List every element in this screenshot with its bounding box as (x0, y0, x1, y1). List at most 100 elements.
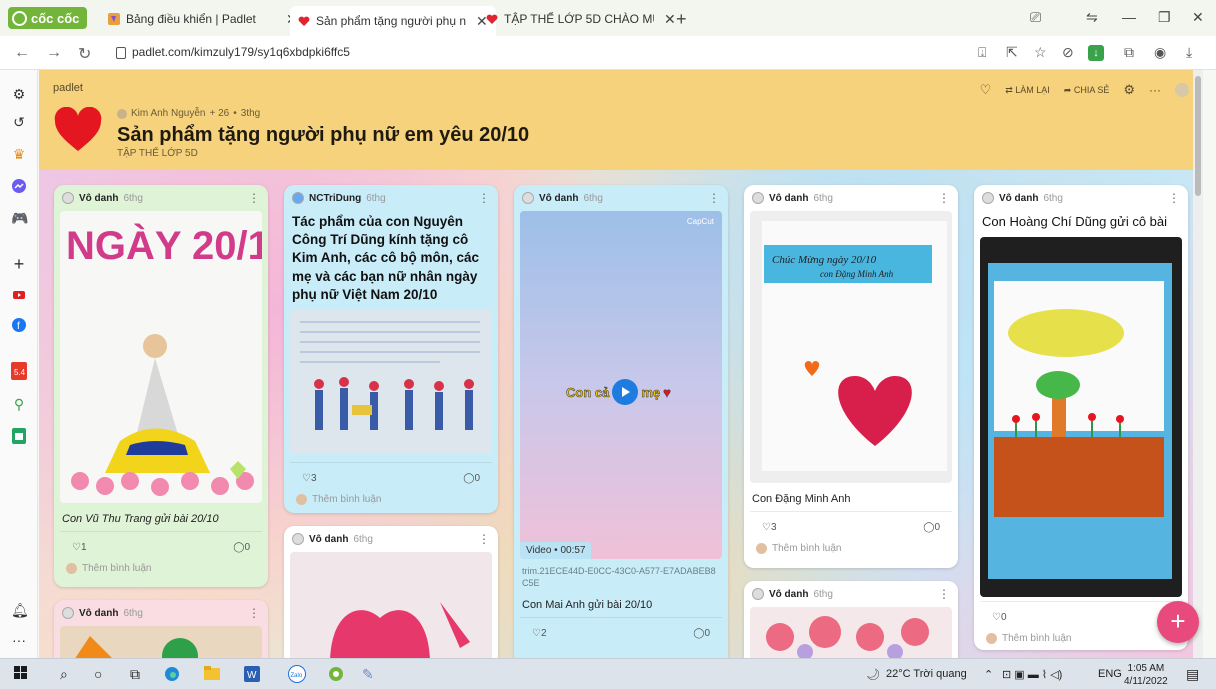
show-hidden-icons[interactable]: ⌃ (984, 668, 993, 681)
input-language[interactable]: ENG (1098, 668, 1122, 680)
paint-icon[interactable]: ✎ (362, 666, 374, 683)
cortana-icon[interactable]: ○ (94, 666, 102, 682)
post-card[interactable]: Vô danh 6thg ⋮ CapCut Con cả mẹ ♥ Video … (514, 185, 728, 658)
notification-bell-icon[interactable]: 🔔︎ (11, 602, 29, 618)
tab-padlet-dashboard[interactable]: Bảng điều khiển | Padlet ✕ (100, 6, 306, 32)
download-video-icon[interactable]: ↓ (1088, 45, 1104, 61)
facebook-icon[interactable]: f (11, 318, 27, 334)
new-tab-icon[interactable]: + (676, 9, 687, 30)
history-icon[interactable]: ↺ (11, 114, 27, 130)
post-image[interactable] (290, 552, 492, 658)
post-card[interactable]: Vô danh 6thg ⋮ NGÀY 20/10 Con Vũ Thu Tra… (54, 185, 268, 587)
add-comment[interactable]: Thêm bình luận (54, 557, 268, 582)
maximize-icon[interactable]: ❐ (1158, 9, 1171, 26)
post-image[interactable] (750, 607, 952, 658)
shield-icon[interactable]: ⊘ (1062, 44, 1074, 61)
post-menu-icon[interactable]: ⋮ (938, 587, 950, 601)
like-button[interactable]: ♡1 (72, 542, 87, 553)
post-menu-icon[interactable]: ⋮ (708, 191, 720, 205)
add-comment[interactable]: Thêm bình luận (744, 537, 958, 562)
coccoc-extension-icon[interactable]: ⚲ (11, 396, 27, 412)
word-icon[interactable]: W (244, 666, 260, 685)
post-menu-icon[interactable]: ⋮ (478, 532, 490, 546)
url-field[interactable]: padlet.com/kimzuly179/sy1q6xbdpki6ffc5 (116, 45, 350, 59)
play-button[interactable] (612, 379, 639, 405)
like-heart-icon[interactable]: ♡ (980, 82, 992, 98)
messenger-icon[interactable] (11, 178, 27, 194)
youtube-icon[interactable] (11, 288, 27, 304)
more-sidebar-icon[interactable]: ··· (11, 632, 27, 648)
sheets-icon[interactable] (11, 428, 27, 444)
system-clock[interactable]: 1:05 AM 4/11/2022 (1124, 662, 1168, 688)
add-comment[interactable]: Thêm bình luận (974, 627, 1188, 650)
share-button[interactable]: ➦ CHIA SẺ (1064, 85, 1110, 96)
account-icon[interactable]: ◉ (1154, 44, 1166, 61)
post-image[interactable] (980, 236, 1182, 597)
reload-icon[interactable]: ↻ (78, 44, 91, 64)
weather-icon[interactable]: 🌙︎ (866, 668, 880, 681)
share-icon[interactable]: ⇱ (1006, 44, 1018, 61)
coccoc-brand-button[interactable]: cốc cốc (8, 7, 88, 29)
post-card[interactable]: Vô danh 6thg ⋮ (744, 581, 958, 658)
crown-icon[interactable]: ♛ (11, 146, 27, 162)
comment-button[interactable]: ◯0 (923, 522, 940, 533)
like-button[interactable]: ♡2 (532, 628, 547, 639)
add-comment[interactable]: Thêm bình luận (284, 488, 498, 513)
user-avatar[interactable] (1175, 83, 1189, 97)
post-menu-icon[interactable]: ⋮ (938, 191, 950, 205)
back-icon[interactable]: ← (14, 44, 30, 62)
windows-start-icon[interactable] (14, 666, 28, 683)
post-card[interactable]: Vô danh 6thg ⋮ Con Hoàng Chí Dũng gửi cô… (974, 185, 1188, 650)
post-image[interactable]: Chúc Mừng ngày 20/10 con Đặng Minh Anh (750, 211, 952, 483)
post-menu-icon[interactable]: ⋮ (1168, 191, 1180, 205)
menu-icon[interactable]: ⇋ (1086, 9, 1098, 26)
post-menu-icon[interactable]: ⋮ (478, 191, 490, 205)
add-post-button[interactable]: + (1157, 601, 1199, 643)
tab-tap-the-lop[interactable]: TẬP THỂ LỚP 5D CHÀO MỪN ✕ (478, 6, 684, 32)
edge-icon[interactable] (164, 666, 180, 685)
task-view-icon[interactable]: ⧉ (130, 666, 140, 683)
more-options-button[interactable]: ··· (1149, 83, 1161, 97)
post-card[interactable]: Vô danh 6thg ⋮ Chúc Mừng ngày 20/10 con … (744, 185, 958, 568)
like-button[interactable]: ♡0 (992, 612, 1007, 623)
game-icon[interactable]: 🎮 (11, 210, 28, 226)
install-icon[interactable]: ⍗ (978, 44, 986, 61)
coccoc-taskbar-icon[interactable] (328, 666, 344, 685)
post-menu-icon[interactable]: ⋮ (248, 606, 260, 620)
post-image[interactable] (290, 310, 492, 455)
post-menu-icon[interactable]: ⋮ (248, 191, 260, 205)
author-name[interactable]: Kim Anh Nguyễn (131, 108, 206, 119)
reading-mode-icon[interactable]: ⎚ (1030, 9, 1041, 26)
scrollbar-thumb[interactable] (1195, 76, 1201, 196)
add-sidebar-icon[interactable]: + (11, 255, 27, 273)
tab-san-pham[interactable]: Sản phẩm tặng người phụ nữ ✕ (290, 6, 496, 36)
settings-gear-icon[interactable]: ⚙ (1123, 82, 1135, 98)
padlet-logo-label[interactable]: padlet (53, 82, 83, 94)
bookmark-star-icon[interactable]: ☆ (1034, 44, 1047, 61)
tab-close-icon[interactable]: ✕ (664, 11, 676, 28)
video-player[interactable]: CapCut Con cả mẹ ♥ Video • 00:57 (520, 211, 722, 559)
shopping-icon[interactable]: 5.4 (11, 362, 27, 380)
system-tray-icons[interactable]: ⊡ ▣ ▬ ⌇ ◁) (1002, 668, 1062, 681)
weather-text[interactable]: 22°C Trời quang (886, 668, 967, 680)
remake-button[interactable]: ⇄ LÀM LẠI (1005, 85, 1050, 96)
notification-center-icon[interactable]: ▤ (1186, 666, 1199, 683)
comment-button[interactable]: ◯0 (463, 473, 480, 484)
like-button[interactable]: ♡3 (762, 522, 777, 533)
like-button[interactable]: ♡3 (302, 473, 317, 484)
downloads-icon[interactable]: ⤓ (1186, 44, 1192, 61)
post-image[interactable] (60, 626, 262, 658)
extensions-icon[interactable]: ⧉ (1124, 44, 1134, 61)
comment-button[interactable]: ◯0 (233, 542, 250, 553)
page-scrollbar[interactable] (1193, 70, 1203, 658)
comment-button[interactable]: ◯0 (693, 628, 710, 639)
post-card[interactable]: Vô danh 6thg ⋮ (284, 526, 498, 658)
post-image[interactable]: NGÀY 20/10 (60, 211, 262, 503)
zalo-icon[interactable]: Zalo (288, 665, 306, 686)
close-window-icon[interactable]: ✕ (1192, 9, 1204, 26)
forward-icon[interactable]: → (46, 44, 62, 62)
settings-icon[interactable]: ⚙ (11, 86, 27, 102)
minimize-icon[interactable]: — (1122, 9, 1136, 25)
post-card[interactable]: NCTriDung 6thg ⋮ Tác phẩm của con Nguyên… (284, 185, 498, 513)
search-icon[interactable]: ⌕ (60, 666, 68, 683)
